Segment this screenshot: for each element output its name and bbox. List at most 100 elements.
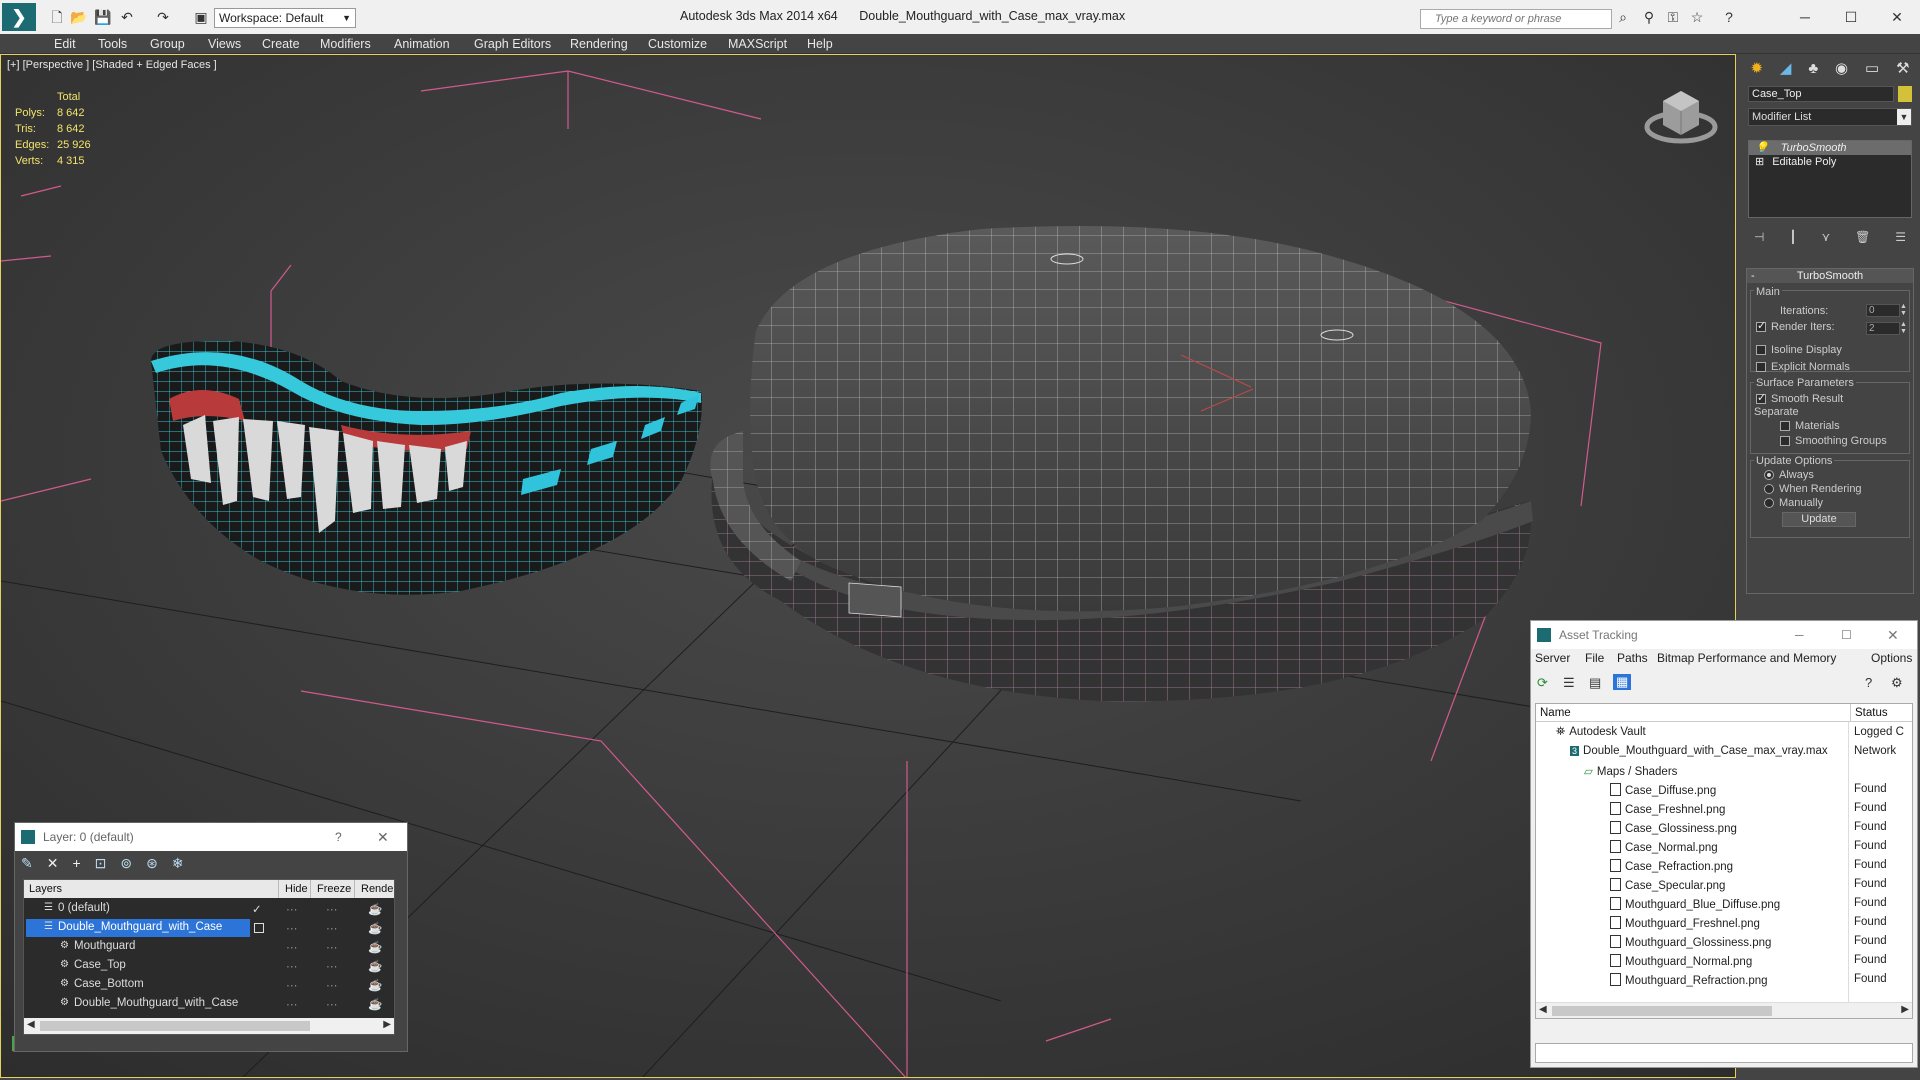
close-icon[interactable]: ✕: [1888, 9, 1906, 25]
freeze-all-icon[interactable]: ❄: [172, 855, 184, 875]
render-teapot-icon[interactable]: ☕: [368, 902, 382, 916]
create-layer-icon[interactable]: ✎: [21, 855, 33, 875]
configure-sets-icon[interactable]: ☰: [1895, 230, 1906, 246]
materials-toggle[interactable]: Materials: [1780, 420, 1840, 432]
menu-animation[interactable]: Animation: [394, 37, 450, 51]
list-view-icon[interactable]: ☰: [1563, 675, 1575, 691]
asset-row[interactable]: Case_Diffuse.png Found: [1536, 781, 1906, 800]
col-layers[interactable]: Layers: [29, 880, 62, 898]
materials-checkbox[interactable]: [1780, 421, 1790, 432]
freeze-toggle[interactable]: ⋯: [326, 997, 338, 1011]
horizontal-scrollbar[interactable]: ◀ ▶: [24, 1018, 394, 1034]
menu-modifiers[interactable]: Modifiers: [320, 37, 371, 51]
asset-row[interactable]: Mouthguard_Freshnel.png Found: [1536, 914, 1906, 933]
asset-row[interactable]: Case_Refraction.png Found: [1536, 857, 1906, 876]
help-icon[interactable]: ?: [1865, 675, 1872, 690]
help-icon[interactable]: ?: [335, 823, 342, 851]
layer-row[interactable]: ⚙ Double_Mouthguard_with_Case ⋯ ⋯ ☕: [24, 995, 394, 1014]
display-tab-icon[interactable]: ▭: [1865, 59, 1879, 77]
utilities-tab-icon[interactable]: ⚒: [1896, 59, 1909, 77]
scroll-thumb[interactable]: [1552, 1006, 1772, 1016]
stack-item-editable-poly[interactable]: ⊞ Editable Poly: [1749, 155, 1911, 169]
project-folder-icon[interactable]: ▣: [192, 9, 210, 25]
maximize-icon[interactable]: ☐: [1842, 9, 1860, 25]
menu-tools[interactable]: Tools: [98, 37, 127, 51]
minimize-icon[interactable]: ─: [1796, 9, 1814, 25]
explicit-normals-toggle[interactable]: Explicit Normals: [1756, 361, 1850, 373]
table-view-icon[interactable]: ▦: [1613, 674, 1632, 690]
freeze-toggle[interactable]: ⋯: [326, 959, 338, 973]
hide-toggle[interactable]: ⋯: [286, 978, 298, 992]
asset-row[interactable]: Case_Specular.png Found: [1536, 876, 1906, 895]
menu-maxscript[interactable]: MAXScript: [728, 37, 787, 51]
render-iters-spinner[interactable]: 2: [1866, 322, 1900, 335]
asset-row[interactable]: ▱ Maps / Shaders: [1536, 762, 1906, 781]
col-hide[interactable]: Hide: [278, 880, 308, 898]
spinner-arrows-icon[interactable]: ▲ ▼: [1900, 303, 1907, 317]
hierarchy-tab-icon[interactable]: ♣: [1808, 60, 1818, 77]
select-objects-icon[interactable]: ⊡: [95, 855, 107, 875]
workspace-dropdown[interactable]: Workspace: Default ▼: [214, 8, 356, 28]
hide-toggle[interactable]: ⋯: [286, 940, 298, 954]
new-file-icon[interactable]: 🗋: [48, 9, 66, 25]
active-layer-check[interactable]: ✓: [252, 902, 262, 916]
settings-icon[interactable]: ⚙: [1891, 675, 1903, 691]
asset-row[interactable]: ⛯ Autodesk Vault Logged C: [1536, 724, 1906, 743]
asset-path-field[interactable]: [1535, 1043, 1913, 1063]
spinner-arrows-icon[interactable]: ▲ ▼: [1900, 321, 1907, 335]
menu-graph-editors[interactable]: Graph Editors: [474, 37, 551, 51]
object-name-field[interactable]: Case_Top: [1748, 86, 1894, 102]
menu-rendering[interactable]: Rendering: [570, 37, 628, 51]
hide-toggle[interactable]: ⋯: [286, 902, 298, 916]
smooth-result-toggle[interactable]: Smooth Result: [1756, 391, 1843, 405]
asset-row[interactable]: Case_Normal.png Found: [1536, 838, 1906, 857]
pin-stack-icon[interactable]: ⊣: [1754, 230, 1764, 246]
hide-toggle[interactable]: ⋯: [286, 921, 298, 935]
smooth-result-checkbox[interactable]: [1756, 391, 1766, 405]
asset-tracking-titlebar[interactable]: Asset Tracking ─ ☐ ✕: [1531, 621, 1917, 649]
remove-modifier-icon[interactable]: 🗑: [1855, 230, 1870, 246]
render-teapot-icon[interactable]: ☕: [368, 997, 382, 1011]
scroll-left-icon[interactable]: ◀: [27, 1019, 35, 1030]
save-file-icon[interactable]: 💾: [94, 9, 112, 25]
menu-help[interactable]: Help: [807, 37, 833, 51]
lightbulb-icon[interactable]: 💡: [1755, 142, 1769, 154]
freeze-toggle[interactable]: ⋯: [326, 940, 338, 954]
scroll-right-icon[interactable]: ▶: [383, 1019, 391, 1030]
isoline-toggle[interactable]: Isoline Display: [1756, 344, 1842, 356]
horizontal-scrollbar[interactable]: ◀ ▶: [1536, 1002, 1912, 1018]
asset-row[interactable]: Mouthguard_Glossiness.png Found: [1536, 933, 1906, 952]
asset-row[interactable]: Mouthguard_Refraction.png Found: [1536, 971, 1906, 990]
smoothing-groups-checkbox[interactable]: [1780, 436, 1790, 447]
undo-icon[interactable]: ↶: [118, 9, 136, 25]
menu-file[interactable]: File: [1585, 651, 1604, 665]
close-icon[interactable]: ✕: [1887, 621, 1899, 649]
col-status[interactable]: Status: [1850, 704, 1888, 722]
modify-tab-icon[interactable]: ◢: [1780, 59, 1792, 77]
when-rendering-option[interactable]: When Rendering: [1764, 483, 1862, 495]
explicit-normals-checkbox[interactable]: [1756, 362, 1766, 373]
hide-toggle[interactable]: ⋯: [286, 959, 298, 973]
subscription-icon[interactable]: ⚲: [1640, 9, 1658, 25]
smoothing-groups-toggle[interactable]: Smoothing Groups: [1780, 435, 1887, 447]
create-tab-icon[interactable]: ✹: [1750, 59, 1763, 77]
refresh-icon[interactable]: ⟳: [1537, 675, 1548, 691]
rollout-header[interactable]: - TurboSmooth: [1747, 269, 1913, 283]
make-unique-icon[interactable]: ⋎: [1821, 230, 1830, 246]
search-box[interactable]: [1420, 9, 1612, 29]
add-to-layer-icon[interactable]: +: [72, 855, 80, 875]
col-freeze[interactable]: Freeze: [310, 880, 351, 898]
asset-row[interactable]: Case_Freshnel.png Found: [1536, 800, 1906, 819]
render-iters-checkbox[interactable]: [1756, 319, 1766, 333]
maximize-icon[interactable]: ☐: [1841, 621, 1852, 649]
manually-option[interactable]: Manually: [1764, 497, 1823, 509]
modifier-list-dropdown[interactable]: Modifier List ▼: [1748, 108, 1912, 126]
minimize-icon[interactable]: ─: [1795, 621, 1804, 649]
asset-row[interactable]: 3 Double_Mouthguard_with_Case_max_vray.ma…: [1536, 743, 1906, 762]
layer-row[interactable]: ☰ Double_Mouthguard_with_Case ⋯ ⋯ ☕: [24, 919, 394, 938]
isoline-checkbox[interactable]: [1756, 345, 1766, 356]
layer-row[interactable]: ⚙ Case_Top ⋯ ⋯ ☕: [24, 957, 394, 976]
asset-row[interactable]: Mouthguard_Blue_Diffuse.png Found: [1536, 895, 1906, 914]
freeze-toggle[interactable]: ⋯: [326, 978, 338, 992]
manually-radio[interactable]: [1764, 498, 1774, 509]
